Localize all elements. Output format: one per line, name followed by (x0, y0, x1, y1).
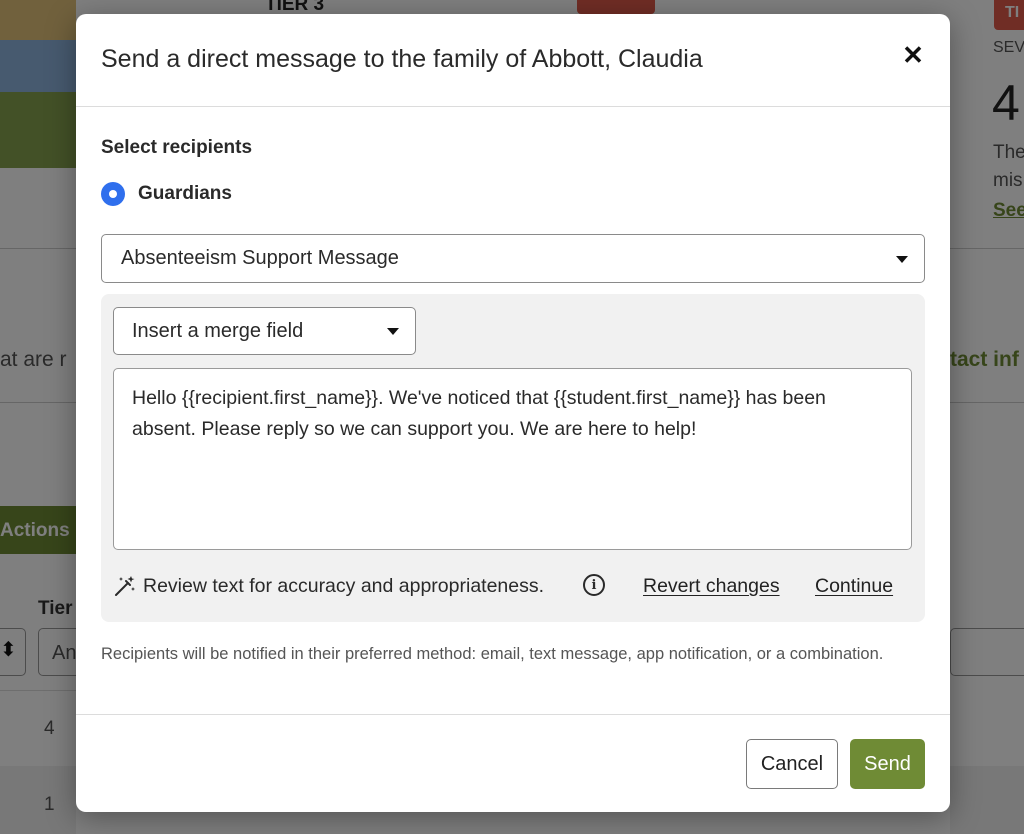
cancel-button[interactable]: Cancel (746, 739, 838, 789)
chevron-down-icon (387, 328, 399, 335)
message-template-value: Absenteeism Support Message (121, 247, 399, 269)
dialog-header: Send a direct message to the family of A… (76, 14, 950, 107)
review-notice-text: Review text for accuracy and appropriate… (143, 575, 545, 597)
send-button[interactable]: Send (850, 739, 925, 789)
continue-link[interactable]: Continue (815, 575, 893, 598)
guardians-label: Guardians (138, 183, 232, 204)
message-textarea[interactable]: Hello {{recipient.first_name}}. We've no… (113, 368, 912, 550)
chevron-down-icon (896, 256, 908, 263)
notification-method-text: Recipients will be notified in their pre… (101, 645, 884, 663)
revert-changes-link[interactable]: Revert changes (643, 575, 780, 598)
guardians-radio[interactable] (101, 182, 125, 206)
message-editor-panel: Insert a merge field Hello {{recipient.f… (101, 294, 925, 622)
close-button[interactable]: ✕ (898, 40, 928, 70)
close-icon: ✕ (902, 39, 924, 70)
direct-message-dialog: Send a direct message to the family of A… (76, 14, 950, 812)
ai-review-row: Review text for accuracy and appropriate… (113, 572, 913, 602)
dialog-title: Send a direct message to the family of A… (101, 45, 703, 73)
dialog-footer: Cancel Send (76, 714, 950, 812)
merge-field-select[interactable]: Insert a merge field (113, 307, 416, 355)
select-recipients-label: Select recipients (101, 137, 253, 158)
merge-field-label: Insert a merge field (132, 319, 304, 342)
info-icon[interactable]: i (583, 574, 605, 596)
magic-wand-icon (115, 576, 135, 596)
guardians-radio-option[interactable]: Guardians (101, 182, 232, 206)
message-template-select[interactable]: Absenteeism Support Message (101, 234, 925, 283)
